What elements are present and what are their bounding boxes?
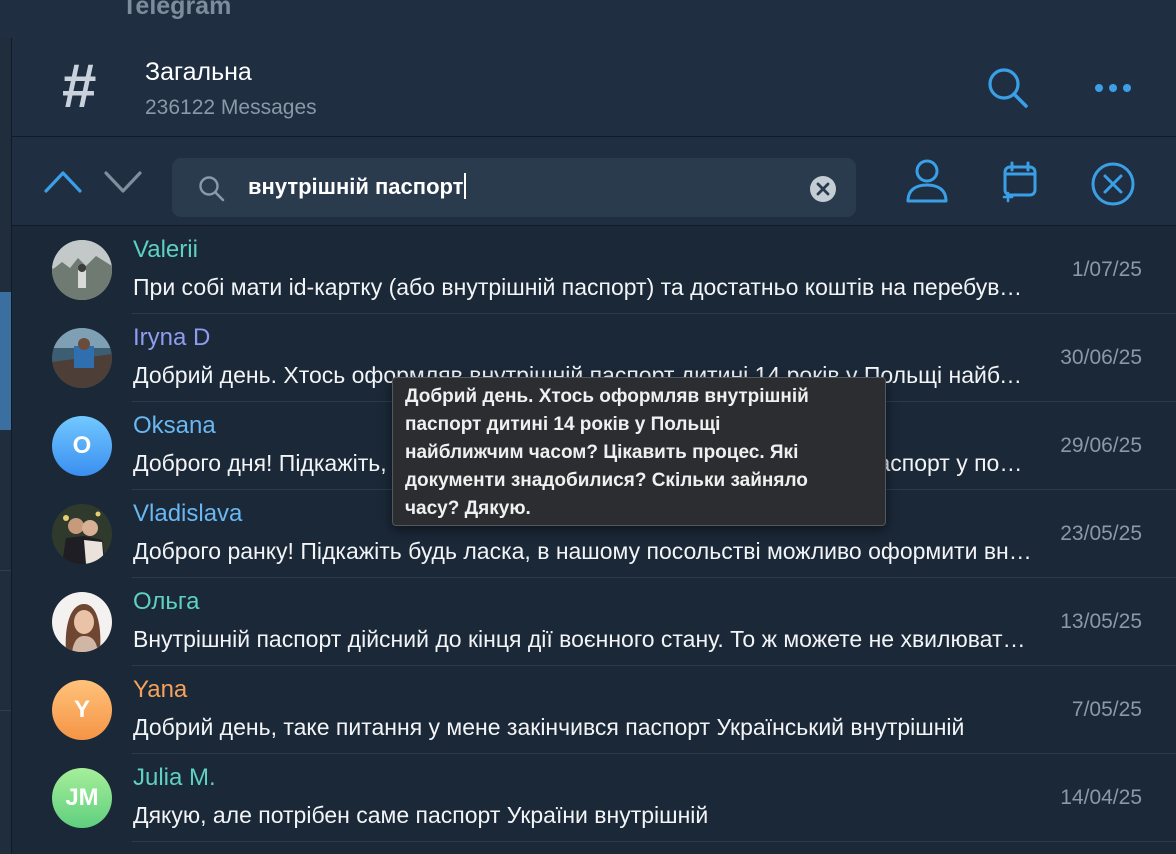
sender-name[interactable]: Oksana [133, 412, 216, 440]
avatar[interactable]: Y [52, 680, 112, 740]
sender-name[interactable]: Ольга [133, 588, 199, 616]
message-count: 236122 Messages [145, 96, 317, 119]
chevron-down-icon[interactable] [102, 167, 144, 195]
chat-header: # Загальна 236122 Messages [12, 38, 1176, 137]
result-row[interactable]: Y Yana Добрий день, таке питання у мене … [12, 666, 1176, 754]
message-date: 1/07/25 [1071, 258, 1142, 281]
sender-name[interactable]: Iryna D [133, 324, 210, 352]
tooltip-line: паспорт дитині 14 років у Польщі [405, 414, 721, 435]
title-bar: Telegram [0, 0, 1176, 38]
avatar-photo [52, 328, 112, 388]
message-preview: Добрий день, таке питання у мене закінчи… [133, 714, 965, 740]
result-row[interactable]: Valerii При собі мати id-картку (або вну… [12, 226, 1176, 314]
message-preview: Доброго ранку! Підкажіть будь ласка, в н… [133, 538, 1033, 564]
avatar-initials: JM [65, 784, 99, 811]
avatar[interactable] [52, 328, 112, 388]
app-title: Telegram [122, 0, 232, 20]
avatar[interactable] [52, 592, 112, 652]
selected-chat-marker [0, 292, 11, 430]
sender-name[interactable]: Valerii [133, 236, 198, 264]
result-row[interactable]: Ольга Внутрішній паспорт дійсний до кінц… [12, 578, 1176, 666]
search-query: внутрішній паспорт [248, 174, 464, 199]
tooltip-line: найближчим часом? Цікавить процес. Які [405, 442, 799, 463]
chat-title[interactable]: Загальна [145, 58, 252, 87]
avatar[interactable] [52, 240, 112, 300]
sender-name[interactable]: Julia M. [133, 764, 216, 792]
chat-list-edge[interactable] [0, 38, 12, 854]
avatar[interactable] [52, 504, 112, 564]
avatar-initials: O [72, 432, 92, 459]
result-row[interactable]: JM Julia M. Дякую, але потрібен саме пас… [12, 754, 1176, 842]
close-icon[interactable] [1090, 161, 1136, 207]
sender-name[interactable]: Yana [133, 676, 187, 704]
avatar-photo [52, 504, 112, 564]
avatar[interactable]: JM [52, 768, 112, 828]
telegram-window: Telegram # Загальна 236122 Messages внут… [0, 0, 1176, 854]
search-icon [199, 176, 225, 202]
message-date: 13/05/25 [1060, 610, 1142, 633]
tooltip-line: документи знадобилися? Скільки зайняло [405, 470, 808, 491]
chevron-up-icon[interactable] [42, 167, 84, 195]
message-preview: Дякую, але потрібен саме паспорт України… [133, 802, 709, 828]
clear-icon[interactable] [809, 175, 837, 203]
tooltip-line: часу? Дякую. [405, 498, 531, 519]
search-icon[interactable] [984, 64, 1032, 112]
search-bar: внутрішній паспорт [12, 137, 1176, 226]
message-date: 7/05/25 [1071, 698, 1142, 721]
row-divider [132, 841, 1176, 842]
sender-name[interactable]: Vladislava [133, 500, 242, 528]
message-tooltip: Добрий день. Хтось оформляв внутрішній п… [392, 377, 886, 526]
message-date: 14/04/25 [1060, 786, 1142, 809]
message-date: 29/06/25 [1060, 434, 1142, 457]
message-date: 30/06/25 [1060, 346, 1142, 369]
message-preview: При собі мати id-картку (або внутрішній … [133, 274, 1033, 300]
search-results-list: Valerii При собі мати id-картку (або вну… [12, 226, 1176, 854]
chat-list-divider [0, 570, 11, 571]
chat-list-divider [0, 710, 11, 711]
text-caret [464, 173, 467, 199]
search-query-text[interactable]: внутрішній паспорт [248, 173, 467, 200]
tooltip-line: Добрий день. Хтось оформляв внутрішній [405, 386, 809, 407]
user-filter-icon[interactable] [904, 157, 950, 205]
hash-icon: # [62, 52, 97, 121]
avatar[interactable]: O [52, 416, 112, 476]
search-input[interactable]: внутрішній паспорт [172, 158, 856, 217]
message-preview: Внутрішній паспорт дійсний до кінця дії … [133, 626, 1033, 652]
avatar-photo [52, 240, 112, 300]
message-date: 23/05/25 [1060, 522, 1142, 545]
avatar-initials: Y [73, 696, 90, 723]
more-icon[interactable] [1092, 76, 1136, 100]
avatar-photo [52, 592, 112, 652]
calendar-icon[interactable] [1000, 161, 1040, 203]
